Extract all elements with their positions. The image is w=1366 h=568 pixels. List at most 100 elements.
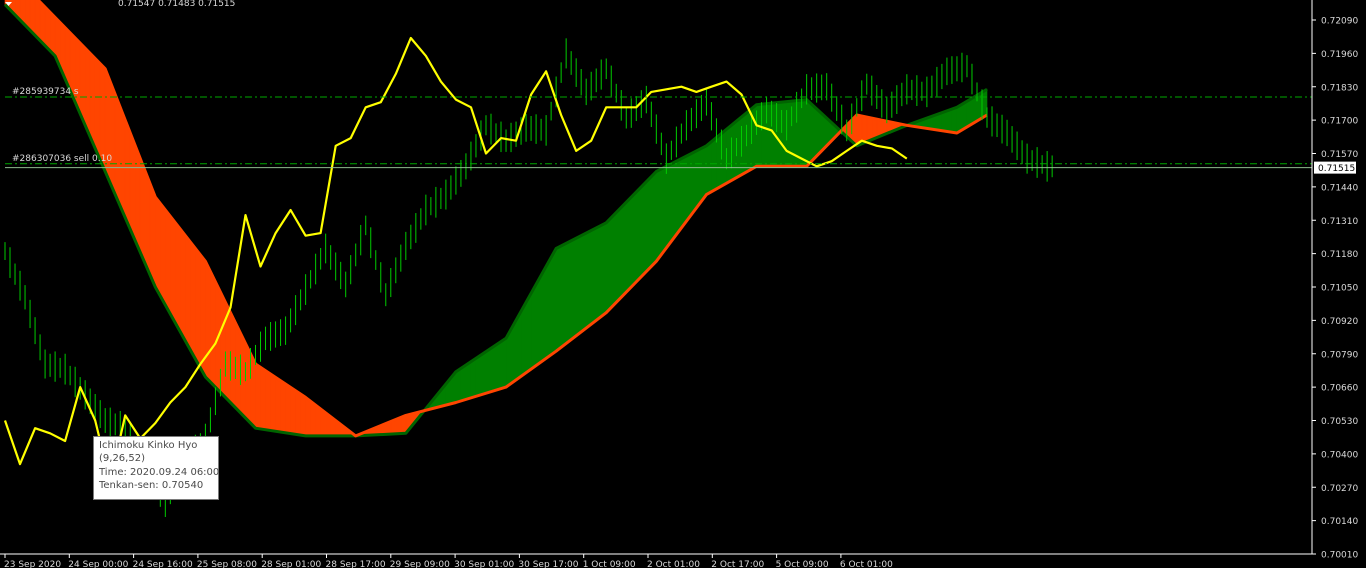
kumo-segment bbox=[806, 98, 812, 168]
kumo-segment bbox=[190, 241, 196, 361]
price-tick-label: 0.70920 bbox=[1321, 317, 1358, 327]
kumo-segment bbox=[495, 341, 502, 391]
kumo-segment bbox=[966, 97, 973, 128]
kumo-segment bbox=[540, 265, 547, 363]
price-tick-label: 0.71830 bbox=[1321, 83, 1358, 93]
kumo-segment bbox=[630, 191, 637, 288]
time-tick-label: 29 Sep 09:00 bbox=[390, 560, 450, 568]
kumo-segment bbox=[595, 224, 602, 321]
kumo-segment bbox=[485, 347, 492, 394]
time-tick-label: 6 Oct 01:00 bbox=[840, 560, 893, 568]
order-line-label: #286307036 sell 0.10 bbox=[12, 154, 112, 164]
price-tick-label: 0.72090 bbox=[1321, 17, 1358, 27]
kumo-segment bbox=[946, 108, 953, 133]
kumo-segment bbox=[170, 215, 176, 325]
kumo-segment bbox=[480, 351, 487, 396]
kumo-segment bbox=[610, 211, 617, 309]
kumo-segment bbox=[786, 100, 792, 167]
indicator-tooltip: Ichimoku Kinko Hyo (9,26,52) Time: 2020.… bbox=[93, 436, 219, 500]
kumo-segment bbox=[580, 232, 587, 333]
kumo-segment bbox=[706, 141, 712, 196]
kumo-segment bbox=[535, 274, 542, 367]
kumo-segment bbox=[285, 383, 291, 434]
kumo-segment bbox=[635, 186, 642, 283]
kumo-segment bbox=[94, 57, 101, 161]
price-tick-label: 0.70270 bbox=[1321, 484, 1358, 494]
kumo-segment bbox=[500, 337, 507, 390]
time-tick-label: 28 Sep 17:00 bbox=[326, 560, 386, 568]
kumo-segment bbox=[951, 106, 958, 134]
kumo-segment bbox=[520, 301, 527, 377]
ohlc-readout: 0.71547 0.71483 0.71515 bbox=[118, 0, 235, 9]
kumo-segment bbox=[676, 158, 682, 236]
kumo-segment bbox=[144, 171, 151, 276]
kumo-segment bbox=[129, 132, 136, 241]
kumo-segment bbox=[260, 366, 266, 431]
kumo-segment bbox=[716, 132, 722, 190]
kumo-segment bbox=[575, 235, 582, 337]
kumo-segment bbox=[981, 88, 988, 119]
kumo-segment bbox=[460, 364, 467, 402]
kumo-segment bbox=[545, 256, 552, 359]
kumo-segment bbox=[44, 6, 51, 52]
kumo-segment bbox=[270, 373, 276, 432]
time-axis: 23 Sep 2020 24 Sep 00:00 24 Sep 16:00 25 Se… bbox=[0, 553, 1312, 568]
price-tick-label: 0.71570 bbox=[1321, 150, 1358, 160]
kumo-segment bbox=[605, 216, 612, 314]
kumo-segment bbox=[600, 222, 607, 318]
kumo-segment bbox=[691, 150, 697, 216]
kumo-segment bbox=[280, 380, 286, 434]
tooltip-value: Tenkan-sen: 0.70540 bbox=[99, 479, 204, 491]
kumo-segment bbox=[961, 100, 968, 131]
price-tick-label: 0.71700 bbox=[1321, 117, 1358, 127]
price-tick-label: 0.71050 bbox=[1321, 284, 1358, 294]
kumo-segment bbox=[490, 344, 497, 393]
kumo-segment bbox=[175, 221, 181, 334]
price-tick-label: 0.70530 bbox=[1321, 417, 1358, 427]
kumo-segment bbox=[625, 196, 632, 293]
time-tick-label: 2 Oct 01:00 bbox=[647, 560, 700, 568]
order-lines[interactable]: #285939734 s #286307036 sell 0.10 bbox=[5, 87, 1312, 165]
kumo-segment bbox=[155, 196, 161, 298]
kumo-segment bbox=[310, 400, 316, 437]
kumo-segment bbox=[530, 283, 537, 370]
kumo-segment bbox=[776, 101, 782, 167]
time-tick-label: 30 Sep 01:00 bbox=[454, 560, 514, 568]
kumo-segment bbox=[119, 107, 126, 218]
kumo-segment bbox=[971, 94, 978, 125]
kumo-segment bbox=[711, 136, 717, 193]
kumo-segment bbox=[746, 108, 752, 173]
kumo-segment bbox=[646, 175, 652, 273]
kumo-segment bbox=[666, 163, 672, 249]
kumo-segment bbox=[180, 228, 186, 343]
kumo-segment bbox=[235, 322, 241, 414]
kumo-segment bbox=[781, 101, 787, 167]
kumo-segment bbox=[565, 240, 572, 345]
kumo-segment bbox=[149, 184, 156, 288]
tooltip-title: Ichimoku Kinko Hyo bbox=[99, 440, 198, 451]
kumo-segment bbox=[160, 202, 166, 307]
kumo-segment bbox=[555, 245, 562, 352]
price-tick-label: 0.71180 bbox=[1321, 250, 1358, 260]
time-tick-label: 23 Sep 2020 bbox=[4, 560, 61, 568]
order-line-label: #285939734 s bbox=[12, 87, 79, 97]
kumo-segment bbox=[671, 160, 677, 243]
time-tick-label: 2 Oct 17:00 bbox=[711, 560, 764, 568]
kumo-cloud bbox=[3, 0, 988, 438]
kumo-segment bbox=[590, 227, 597, 325]
kumo-segment bbox=[220, 292, 226, 399]
kumo-segment bbox=[766, 102, 772, 167]
time-tick-label: 25 Sep 08:00 bbox=[197, 560, 257, 568]
price-tick-label: 0.70660 bbox=[1321, 384, 1358, 394]
price-tick-label: 0.71440 bbox=[1321, 183, 1358, 193]
kumo-segment bbox=[305, 396, 311, 437]
tooltip-params: (9,26,52) bbox=[99, 453, 145, 465]
kumo-segment bbox=[39, 1, 46, 47]
kumo-segment bbox=[721, 128, 727, 187]
kumo-segment bbox=[470, 357, 477, 399]
price-tick-label: 0.70140 bbox=[1321, 517, 1358, 527]
kumo-segment bbox=[295, 390, 301, 436]
kumo-segment bbox=[585, 230, 592, 329]
kumo-segment bbox=[165, 209, 171, 316]
kumo-segment bbox=[124, 120, 131, 230]
